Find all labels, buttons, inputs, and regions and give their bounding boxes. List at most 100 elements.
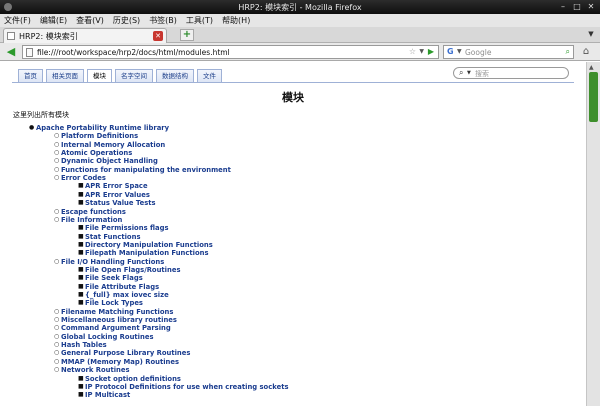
module-link[interactable]: ○ Internal Memory Allocation bbox=[54, 141, 165, 149]
close-icon[interactable]: ✕ bbox=[586, 2, 596, 12]
module-label[interactable]: Stat Functions bbox=[85, 233, 141, 241]
scroll-up-icon[interactable]: ▲ bbox=[589, 64, 594, 71]
module-label[interactable]: Platform Definitions bbox=[61, 132, 138, 140]
doc-tab-files[interactable]: 文件 bbox=[197, 69, 222, 82]
home-icon[interactable]: ⌂ bbox=[579, 46, 593, 58]
module-link[interactable]: ○ Dynamic Object Handling bbox=[54, 157, 158, 165]
module-link[interactable]: ■ Socket option definitions bbox=[78, 375, 181, 383]
module-link[interactable]: ○ Miscellaneous library routines bbox=[54, 316, 177, 324]
module-link[interactable]: ■ File Lock Types bbox=[78, 299, 143, 307]
module-label[interactable]: File Information bbox=[61, 216, 122, 224]
doc-tab-data-structures[interactable]: 数据结构 bbox=[156, 69, 194, 82]
module-link[interactable]: ■ Status Value Tests bbox=[78, 199, 156, 207]
go-icon[interactable]: ▶ bbox=[426, 47, 436, 57]
search-options-icon[interactable]: ▼ bbox=[467, 70, 471, 76]
engine-dropdown-icon[interactable]: ▼ bbox=[457, 48, 462, 55]
module-link[interactable]: ● Apache Portability Runtime library bbox=[29, 124, 169, 132]
module-link[interactable]: ■ APR Error Space bbox=[78, 182, 148, 190]
module-link[interactable]: ○ Error Codes bbox=[54, 174, 106, 182]
module-label[interactable]: File Open Flags/Routines bbox=[85, 266, 181, 274]
module-label[interactable]: Atomic Operations bbox=[61, 149, 132, 157]
module-label[interactable]: Command Argument Parsing bbox=[61, 324, 171, 332]
google-engine-icon[interactable]: G bbox=[447, 47, 454, 56]
menu-tools[interactable]: 工具(T) bbox=[186, 15, 213, 26]
module-link[interactable]: ○ File Information bbox=[54, 216, 122, 224]
module-label[interactable]: {_full} max iovec size bbox=[85, 291, 169, 299]
module-label[interactable]: Escape functions bbox=[61, 208, 126, 216]
module-link[interactable]: ○ Filename Matching Functions bbox=[54, 308, 173, 316]
search-bar[interactable]: G ▼ ⌕ bbox=[443, 45, 574, 59]
module-link[interactable]: ■ Directory Manipulation Functions bbox=[78, 241, 213, 249]
module-link[interactable]: ○ MMAP (Memory Map) Routines bbox=[54, 358, 179, 366]
module-label[interactable]: MMAP (Memory Map) Routines bbox=[61, 358, 179, 366]
module-link[interactable]: ○ Network Routines bbox=[54, 366, 130, 374]
module-link[interactable]: ○ Functions for manipulating the environm… bbox=[54, 166, 231, 174]
magnifier-icon[interactable]: ⌕ bbox=[459, 68, 463, 78]
module-label[interactable]: Dynamic Object Handling bbox=[61, 157, 158, 165]
menu-file[interactable]: 文件(F) bbox=[4, 15, 31, 26]
module-label[interactable]: File Seek Flags bbox=[85, 274, 143, 282]
doc-tab-home[interactable]: 首页 bbox=[18, 69, 43, 82]
module-label[interactable]: Global Locking Routines bbox=[61, 333, 154, 341]
module-label[interactable]: Socket option definitions bbox=[85, 375, 181, 383]
menu-edit[interactable]: 编辑(E) bbox=[40, 15, 67, 26]
scroll-thumb[interactable] bbox=[589, 72, 598, 122]
module-label[interactable]: Miscellaneous library routines bbox=[61, 316, 177, 324]
module-label[interactable]: Filepath Manipulation Functions bbox=[85, 249, 209, 257]
module-label[interactable]: APR Error Space bbox=[85, 182, 148, 190]
browser-tab[interactable]: HRP2: 模块索引 ✕ bbox=[3, 28, 167, 43]
module-label[interactable]: Filename Matching Functions bbox=[61, 308, 173, 316]
module-label[interactable]: APR Error Values bbox=[85, 191, 150, 199]
module-link[interactable]: ○ Escape functions bbox=[54, 208, 126, 216]
doc-search-input[interactable] bbox=[475, 69, 560, 78]
module-link[interactable]: ○ General Purpose Library Routines bbox=[54, 349, 190, 357]
bookmark-star-icon[interactable]: ☆ bbox=[409, 47, 416, 56]
module-label[interactable]: File Lock Types bbox=[85, 299, 143, 307]
module-link[interactable]: ■ File Attribute Flags bbox=[78, 283, 159, 291]
doc-tab-modules[interactable]: 模块 bbox=[87, 69, 112, 82]
module-label[interactable]: Internal Memory Allocation bbox=[61, 141, 165, 149]
module-label[interactable]: Directory Manipulation Functions bbox=[85, 241, 213, 249]
module-link[interactable]: ■ File Permissions flags bbox=[78, 224, 169, 232]
module-label[interactable]: Functions for manipulating the environme… bbox=[61, 166, 231, 174]
menu-help[interactable]: 帮助(H) bbox=[222, 15, 250, 26]
module-label[interactable]: Error Codes bbox=[61, 174, 106, 182]
module-label[interactable]: File I/O Handling Functions bbox=[61, 258, 164, 266]
module-link[interactable]: ○ Platform Definitions bbox=[54, 132, 138, 140]
module-link[interactable]: ○ Hash Tables bbox=[54, 341, 107, 349]
module-link[interactable]: ■ IP Protocol Definitions for use when cr… bbox=[78, 383, 289, 391]
tab-list-icon[interactable]: ▼ bbox=[586, 30, 596, 40]
module-link[interactable]: ■ IP Multicast bbox=[78, 391, 130, 399]
search-go-icon[interactable]: ⌕ bbox=[566, 47, 570, 57]
doc-search-box[interactable]: ⌕ ▼ bbox=[453, 67, 569, 79]
module-link[interactable]: ○ Global Locking Routines bbox=[54, 333, 154, 341]
new-tab-button[interactable]: + bbox=[180, 29, 194, 41]
module-link[interactable]: ○ File I/O Handling Functions bbox=[54, 258, 164, 266]
url-bar[interactable]: ☆ ▼ ▶ bbox=[22, 45, 439, 59]
module-link[interactable]: ■ Stat Functions bbox=[78, 233, 141, 241]
module-label[interactable]: Apache Portability Runtime library bbox=[36, 124, 169, 132]
module-label[interactable]: Status Value Tests bbox=[85, 199, 156, 207]
url-dropdown-icon[interactable]: ▼ bbox=[419, 48, 424, 55]
module-label[interactable]: Hash Tables bbox=[61, 341, 107, 349]
module-link[interactable]: ○ Atomic Operations bbox=[54, 149, 132, 157]
module-link[interactable]: ■ File Open Flags/Routines bbox=[78, 266, 181, 274]
menu-view[interactable]: 查看(V) bbox=[76, 15, 104, 26]
doc-tab-namespaces[interactable]: 名字空间 bbox=[115, 69, 153, 82]
module-label[interactable]: IP Protocol Definitions for use when cre… bbox=[85, 383, 289, 391]
module-label[interactable]: File Attribute Flags bbox=[85, 283, 159, 291]
module-label[interactable]: General Purpose Library Routines bbox=[61, 349, 190, 357]
web-search-input[interactable] bbox=[465, 47, 555, 58]
url-input[interactable] bbox=[37, 47, 407, 58]
module-link[interactable]: ■ {_full} max iovec size bbox=[78, 291, 169, 299]
minimize-icon[interactable]: – bbox=[558, 2, 568, 12]
module-link[interactable]: ■ APR Error Values bbox=[78, 191, 150, 199]
menu-bookmarks[interactable]: 书签(B) bbox=[149, 15, 177, 26]
module-link[interactable]: ■ File Seek Flags bbox=[78, 274, 143, 282]
maximize-icon[interactable]: □ bbox=[572, 2, 582, 12]
module-label[interactable]: Network Routines bbox=[61, 366, 130, 374]
vertical-scrollbar[interactable]: ▲ bbox=[586, 62, 600, 406]
module-label[interactable]: IP Multicast bbox=[85, 391, 130, 399]
doc-tab-related-pages[interactable]: 相关页面 bbox=[46, 69, 84, 82]
module-label[interactable]: File Permissions flags bbox=[85, 224, 169, 232]
